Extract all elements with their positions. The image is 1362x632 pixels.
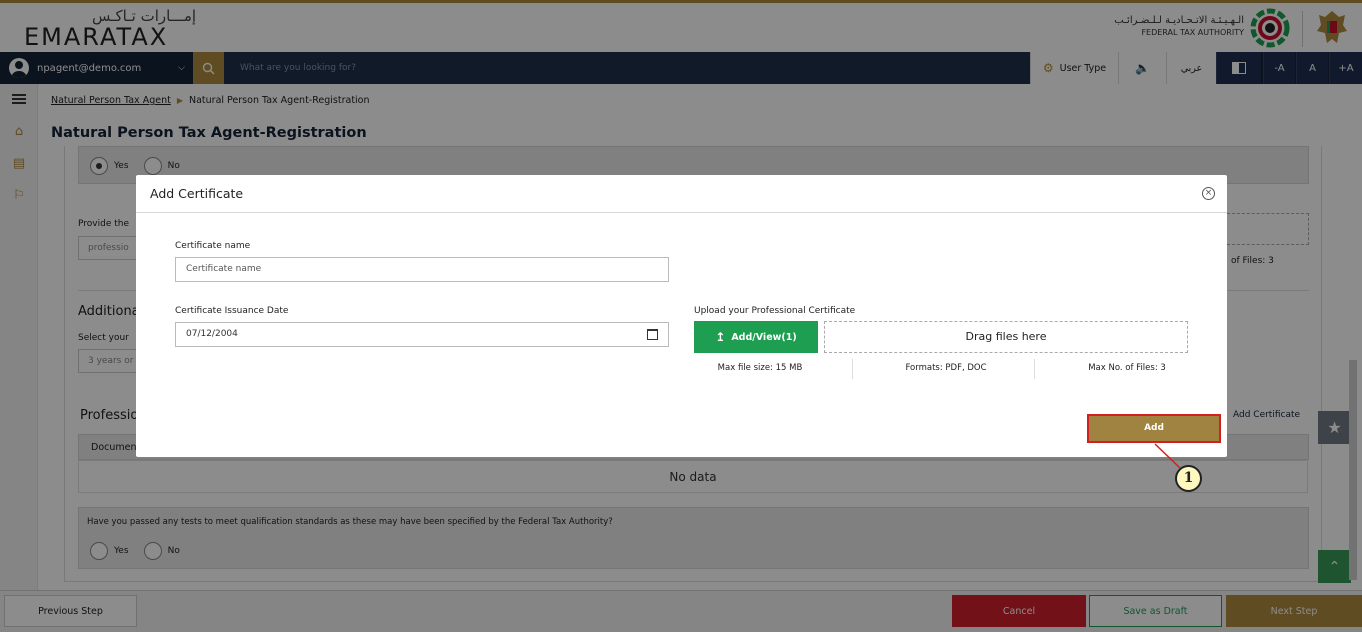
- drag-drop-zone[interactable]: Drag files here: [824, 321, 1188, 353]
- cert-name-label: Certificate name: [175, 241, 251, 251]
- formats-hint: Formats: PDF, DOC: [905, 363, 987, 373]
- hint-divider: [852, 359, 853, 379]
- max-files-hint: Max No. of Files: 3: [1088, 363, 1166, 373]
- footer-overlay: [0, 590, 1362, 632]
- close-icon[interactable]: ×: [1202, 187, 1215, 200]
- modal-header: Add Certificate ×: [136, 175, 1227, 213]
- upload-button-label: Add/View(1): [731, 331, 797, 343]
- upload-icon: ↥: [715, 330, 726, 344]
- add-button[interactable]: Add: [1087, 414, 1221, 443]
- add-certificate-modal: Add Certificate × Certificate name Certi…: [136, 175, 1227, 457]
- add-view-upload-button[interactable]: ↥ Add/View(1): [694, 321, 818, 353]
- cert-name-input[interactable]: Certificate name: [175, 257, 669, 282]
- upload-label: Upload your Professional Certificate: [694, 306, 856, 316]
- hint-divider: [1034, 359, 1035, 379]
- issue-date-value: 07/12/2004: [186, 329, 238, 339]
- calendar-icon[interactable]: [647, 329, 658, 340]
- max-size-hint: Max file size: 15 MB: [717, 363, 803, 373]
- step-marker: 1: [1175, 465, 1202, 492]
- modal-title: Add Certificate: [150, 186, 244, 201]
- issue-date-label: Certificate Issuance Date: [175, 306, 289, 316]
- issue-date-input[interactable]: 07/12/2004: [175, 322, 669, 347]
